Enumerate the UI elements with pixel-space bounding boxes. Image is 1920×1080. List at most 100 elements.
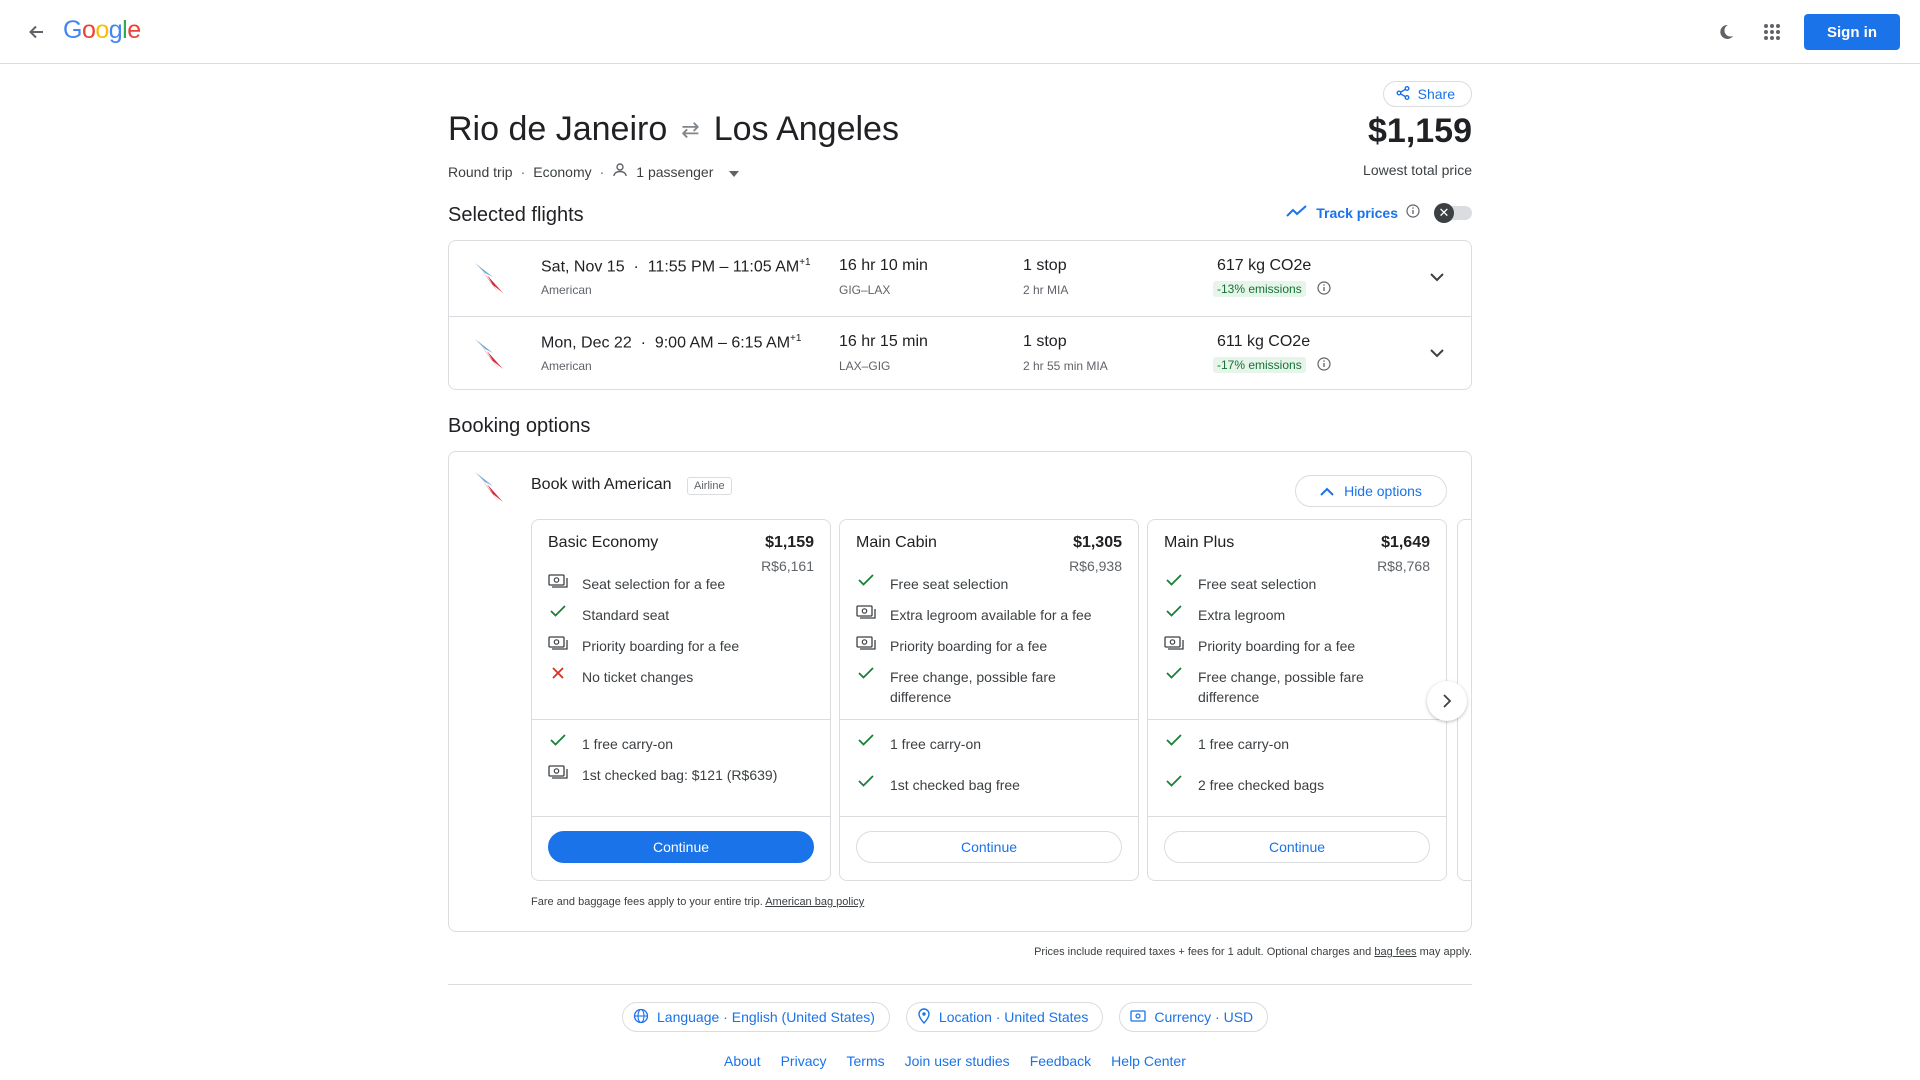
flight-row[interactable]: Sat, Nov 15 · 11:55 PM – 11:05 AM+1 Amer… [449,241,1471,316]
baggage-feature: 1 free carry-on [548,734,808,754]
american-airlines-logo-icon [475,472,503,502]
fare-feature: Free change, possible fare difference [856,667,1116,707]
footer-link-about[interactable]: About [724,1053,761,1069]
flight-duration: 16 hr 10 min [839,257,928,274]
destination-city: Los Angeles [713,110,899,148]
flight-stops: 1 stop [1023,257,1067,274]
continue-button[interactable]: Continue [856,831,1122,863]
fare-card[interactable]: Main Plus $1,649 R$8,768 Free seat selecti… [1147,519,1447,881]
bag-fees-link[interactable]: bag fees [1374,946,1416,958]
google-logo[interactable]: Google [63,16,141,45]
fare-name: Main Cabin [856,534,937,551]
fare-local-price: R$6,938 [1069,558,1122,574]
fare-name: Basic Economy [548,534,659,551]
check-icon [856,667,876,707]
sign-in-button[interactable]: Sign in [1804,14,1900,50]
fare-price: $1,159 [765,534,814,551]
track-prices-label[interactable]: Track prices [1316,205,1398,221]
flight-route: LAX–GIG [839,359,891,373]
footer-link-feedback[interactable]: Feedback [1030,1053,1091,1069]
check-icon [1164,574,1184,594]
globe-icon [633,1008,649,1027]
top-bar: Google Sign in [0,0,1920,64]
fare-feature: Extra legroom [1164,605,1424,625]
footer-link-terms[interactable]: Terms [847,1053,885,1069]
fare-price: $1,305 [1073,534,1122,551]
apps-grid-icon[interactable] [1760,20,1784,44]
dark-mode-icon[interactable] [1714,20,1738,44]
track-prices-toggle[interactable]: ✕ [1434,202,1472,223]
fee-icon [548,574,568,594]
trend-icon [1286,204,1308,221]
divider [840,816,1138,817]
bag-policy-link[interactable]: American bag policy [765,896,864,908]
fee-icon [548,636,568,656]
language-label: Language · English (United States) [657,1009,875,1025]
fee-icon [856,636,876,656]
lowest-price: $1,159 [1368,112,1472,150]
footer-link-help-center[interactable]: Help Center [1111,1053,1186,1069]
baggage-feature: 1 free carry-on [856,734,1116,754]
page-title: Rio de Janeiro ⇄ Los Angeles [448,110,899,149]
continue-button[interactable]: Continue [548,831,814,863]
info-icon[interactable] [1317,357,1331,376]
close-icon: ✕ [1434,202,1454,223]
fare-price: $1,649 [1381,534,1430,551]
divider [1148,719,1446,720]
footer-settings: Language · English (United States) Locat… [622,1002,1269,1032]
divider [840,719,1138,720]
fare-feature: Extra legroom available for a fee [856,605,1116,625]
fare-feature: Free change, possible fare difference [1164,667,1424,707]
round-trip-arrows-icon: ⇄ [681,116,700,142]
chevron-down-icon[interactable] [1429,269,1445,287]
share-label: Share [1417,86,1455,102]
fee-icon [1164,636,1184,656]
fare-local-price: R$8,768 [1377,558,1430,574]
check-icon [1164,734,1184,754]
caret-down-icon [729,164,740,180]
chevron-right-icon[interactable] [1427,681,1467,721]
footer-link-user-studies[interactable]: Join user studies [905,1053,1010,1069]
person-icon [612,162,628,181]
flight-time: Sat, Nov 15 · 11:55 PM – 11:05 AM+1 [541,257,811,276]
currency-button[interactable]: Currency · USD [1119,1002,1269,1032]
passenger-count: 1 passenger [636,163,714,180]
footer-link-privacy[interactable]: Privacy [781,1053,827,1069]
location-button[interactable]: Location · United States [905,1002,1104,1032]
fare-local-price: R$6,161 [761,558,814,574]
back-arrow-icon[interactable] [22,18,50,46]
flight-time: Mon, Dec 22 · 9:00 AM – 6:15 AM+1 [541,333,802,352]
book-with-label: Book with American [531,476,672,493]
fare-feature: Priority boarding for a fee [856,636,1116,656]
flight-row[interactable]: Mon, Dec 22 · 9:00 AM – 6:15 AM+1 Americ… [449,316,1471,391]
fare-feature: Priority boarding for a fee [548,636,808,656]
check-icon [856,734,876,754]
american-airlines-logo-icon [475,339,503,369]
check-icon [1164,775,1184,795]
booking-options-heading: Booking options [448,415,591,437]
hide-options-button[interactable]: Hide options [1295,475,1447,507]
emissions-badge: -13% emissions [1213,281,1306,297]
share-button[interactable]: Share [1382,81,1472,107]
cabin-class: Economy [533,163,592,180]
check-icon [1164,667,1184,707]
check-icon [856,775,876,795]
passenger-selector[interactable]: 1 passenger [612,162,740,181]
fare-feature: Standard seat [548,605,808,625]
taxes-note: Prices include required taxes + fees for… [1034,946,1472,958]
american-airlines-logo-icon [475,263,503,293]
co2-amount: 617 kg CO2e [1217,257,1312,274]
info-icon[interactable] [1317,281,1331,300]
divider [532,719,830,720]
currency-icon [1130,1009,1146,1025]
fare-card[interactable]: Main Cabin $1,305 R$6,938 Free seat select… [839,519,1139,881]
fare-card[interactable]: Basic Economy $1,159 R$6,161 Seat selectio… [531,519,831,881]
check-icon [856,574,876,594]
baggage-feature: 1st checked bag: $121 (R$639) [548,765,808,785]
flight-layover: 2 hr MIA [1023,283,1069,297]
language-button[interactable]: Language · English (United States) [622,1002,890,1032]
continue-button[interactable]: Continue [1164,831,1430,863]
chevron-down-icon[interactable] [1429,345,1445,363]
info-icon[interactable] [1406,204,1420,221]
divider [532,816,830,817]
